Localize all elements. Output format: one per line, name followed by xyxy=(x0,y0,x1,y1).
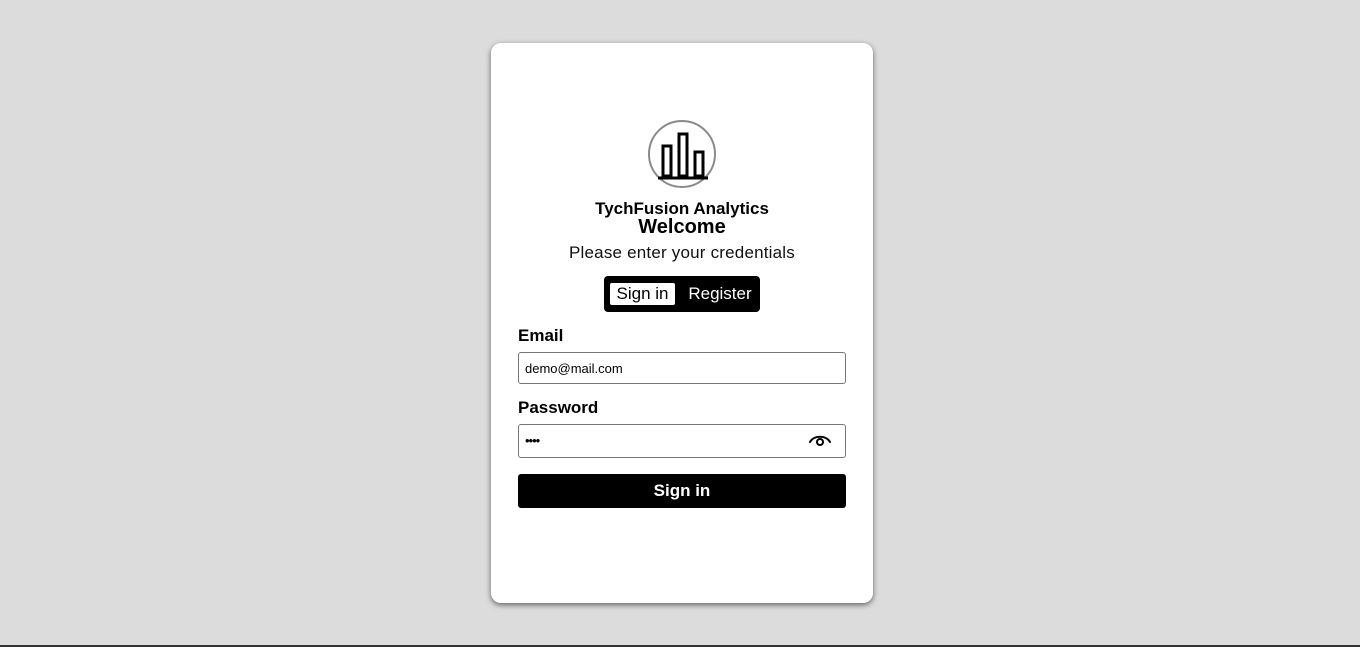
email-label: Email xyxy=(518,326,564,345)
tab-register[interactable]: Register xyxy=(685,283,755,305)
password-label: Password xyxy=(518,398,599,417)
password-value: •••• xyxy=(525,433,540,448)
sign-in-button[interactable]: Sign in xyxy=(518,474,846,508)
auth-tabs: Sign in Register xyxy=(604,276,760,312)
password-field[interactable]: •••• xyxy=(518,424,846,458)
page-title: Welcome xyxy=(638,216,726,238)
bar-chart-icon xyxy=(648,120,716,188)
tab-sign-in[interactable]: Sign in xyxy=(610,283,675,305)
login-card: TychFusion Analytics Welcome Please ente… xyxy=(491,43,873,603)
eye-icon[interactable] xyxy=(808,433,832,449)
email-field[interactable] xyxy=(518,352,846,384)
page-subtitle: Please enter your credentials xyxy=(569,243,795,262)
